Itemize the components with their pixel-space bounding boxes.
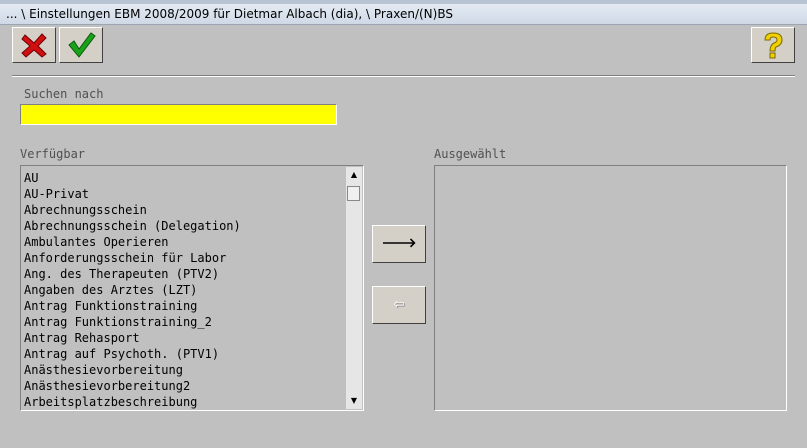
search-input[interactable] [20, 104, 337, 125]
search-label: Suchen nach [24, 87, 104, 101]
window-title: ... \ Einstellungen EBM 2008/2009 für Di… [6, 7, 453, 21]
dialog-client-area: Suchen nach Verfügbar Ausgewählt AU AU-P… [0, 25, 807, 448]
list-item[interactable]: AU-Privat [24, 186, 342, 202]
scroll-down-arrow-icon[interactable]: ▼ [346, 393, 362, 409]
list-item[interactable]: Antrag Rehasport [24, 330, 342, 346]
title-bar-strip [0, 0, 807, 4]
yellow-question-icon [764, 32, 783, 59]
list-item[interactable]: Abrechnungsschein [24, 202, 342, 218]
toolbar-separator [12, 75, 795, 77]
list-item[interactable]: Arbeitsplatzbeschreibung [24, 394, 342, 410]
list-item[interactable]: AU [24, 170, 342, 186]
available-label: Verfügbar [20, 147, 86, 161]
list-item[interactable]: Ambulantes Operieren [24, 234, 342, 250]
list-item[interactable]: Ang. des Therapeuten (PTV2) [24, 266, 342, 282]
available-list-scrollbar[interactable]: ▲ ▼ [346, 167, 362, 409]
scroll-thumb[interactable] [347, 186, 360, 201]
available-items: AU AU-Privat Abrechnungsschein Abrechnun… [24, 170, 342, 410]
remove-selected-button[interactable]: ⇦ [372, 286, 426, 324]
cancel-button[interactable] [12, 27, 56, 63]
green-check-icon [68, 32, 96, 58]
list-item[interactable]: Abrechnungsschein (Delegation) [24, 218, 342, 234]
title-bar: ... \ Einstellungen EBM 2008/2009 für Di… [0, 0, 807, 25]
ok-button[interactable] [59, 27, 103, 63]
red-x-icon [21, 33, 47, 58]
list-item[interactable]: Anforderungsschein für Labor [24, 250, 342, 266]
list-item[interactable]: Antrag auf Psychoth. (PTV1) [24, 346, 342, 362]
list-item[interactable]: Antrag Funktionstraining [24, 298, 342, 314]
list-item[interactable]: Antrag Funktionstraining_2 [24, 314, 342, 330]
list-item[interactable]: Anästhesievorbereitung [24, 362, 342, 378]
arrow-left-icon: ⇦ [393, 297, 405, 312]
scroll-up-arrow-icon[interactable]: ▲ [346, 167, 362, 183]
arrow-right-icon: 🡒 [381, 236, 417, 251]
available-list[interactable]: AU AU-Privat Abrechnungsschein Abrechnun… [20, 165, 364, 411]
list-item[interactable]: Anästhesievorbereitung2 [24, 378, 342, 394]
add-selected-button[interactable]: 🡒 [372, 225, 426, 263]
list-item[interactable]: Angaben des Arztes (LZT) [24, 282, 342, 298]
help-button[interactable] [751, 27, 795, 63]
selected-label: Ausgewählt [434, 147, 507, 161]
selected-list[interactable] [434, 165, 787, 411]
